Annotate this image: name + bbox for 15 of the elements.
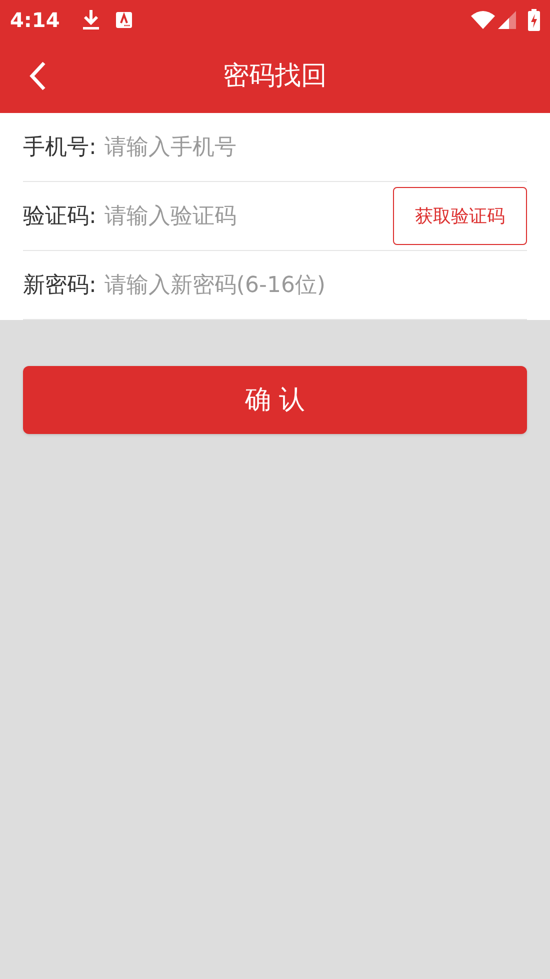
- status-time: 4:14: [10, 7, 60, 34]
- download-icon: [82, 9, 100, 31]
- confirm-button[interactable]: 确 认: [23, 366, 527, 434]
- battery-charging-icon: [528, 9, 540, 31]
- field-label: 验证码:: [23, 202, 96, 230]
- app-notification-icon: [116, 12, 132, 28]
- input-field[interactable]: 请输入新密码(6-16位): [104, 268, 527, 302]
- signal-icon: [498, 10, 516, 30]
- input-field[interactable]: 请输入手机号: [104, 130, 527, 164]
- input-field[interactable]: 请输入验证码: [104, 200, 393, 232]
- get-code-button[interactable]: 获取验证码: [393, 187, 527, 245]
- field-label: 手机号:: [23, 134, 96, 162]
- page-title: 密码找回: [223, 60, 327, 93]
- wifi-icon: [471, 10, 495, 30]
- field-label: 新密码:: [23, 272, 96, 300]
